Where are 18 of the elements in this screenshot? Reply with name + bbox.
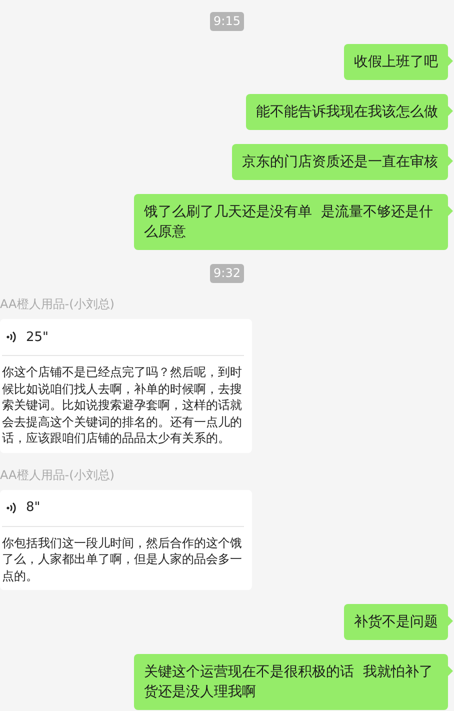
message-bubble: 关键这个运营现在不是很积极的话 我就怕补了货还是没人理我啊 bbox=[134, 654, 453, 710]
voice-transcript: 你包括我们这一段儿时间，然后合作的这个饿了么，人家都出单了啊，但是人家的品会多一点的。 bbox=[2, 534, 243, 584]
message-bubble: 京东的门店资质还是一直在审核 bbox=[232, 144, 453, 180]
time-stamp: 9:32 bbox=[210, 264, 244, 283]
voice-message-card[interactable]: 8" 你包括我们这一段儿时间，然后合作的这个饿了么，人家都出单了啊，但是人家的品会多一点的。 bbox=[0, 490, 252, 590]
message-bubble: 能不能告诉我现在我该怎么做 bbox=[246, 94, 453, 130]
sender-name: AA橙人用品-(小刘总) bbox=[0, 466, 114, 482]
sender-name: AA橙人用品-(小刘总) bbox=[0, 296, 114, 312]
voice-duration: 8" bbox=[26, 500, 40, 515]
message-bubble: 收假上班了吧 bbox=[344, 44, 453, 80]
voice-transcript: 你这个店铺不是已经点完了吗？然后呢，到时候比如说咱们找人去啊，补单的时候啊，去搜索关键词。比如说搜索避孕套啊，这样的话就会去提高这个关键词的排名的。还有一点儿的话，应该跟咱们店铺的品品太少有关系的。 bbox=[2, 364, 243, 446]
time-stamp: 9:15 bbox=[210, 12, 244, 31]
voice-icon bbox=[6, 330, 16, 344]
voice-icon bbox=[6, 500, 16, 514]
voice-message-card[interactable]: 25" 你这个店铺不是已经点完了吗？然后呢，到时候比如说咱们找人去啊，补单的时候啊，去搜索关键词。比如说搜索避孕套啊，这样的话就会去提高这个关键词的排名的。还有一点儿的话，应该跟咱们店铺的品品太少有关系的。 bbox=[0, 319, 252, 452]
voice-duration: 25" bbox=[26, 330, 49, 344]
message-bubble: 饿了么刷了几天还是没有单 是流量不够还是什么原意 bbox=[134, 194, 453, 250]
message-bubble: 补货不是问题 bbox=[344, 604, 453, 640]
